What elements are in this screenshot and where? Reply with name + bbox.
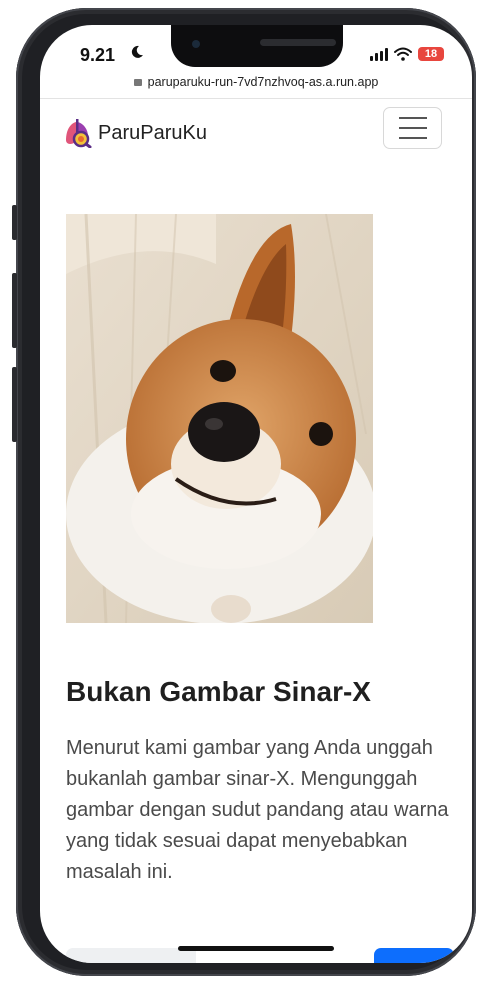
signal-icon: [370, 47, 388, 61]
uploaded-image: [66, 214, 373, 623]
brand-link[interactable]: ParuParuKu: [64, 118, 207, 148]
speaker: [260, 39, 336, 46]
wifi-icon: [394, 47, 412, 61]
side-button: [12, 273, 17, 348]
lungs-logo-icon: [66, 119, 92, 148]
side-button: [12, 205, 17, 240]
url-text: paruparuku-run-7vd7nzhvoq-as.a.run.app: [147, 75, 379, 89]
secondary-button[interactable]: [66, 948, 196, 963]
hamburger-line: [398, 137, 427, 139]
moon-icon: [131, 45, 143, 58]
battery-icon: 18: [418, 47, 444, 61]
page-title: Bukan Gambar Sinar-X: [66, 676, 371, 707]
status-time: 9.21: [80, 45, 116, 65]
error-message: Menurut kami gambar yang Anda unggah buk…: [66, 737, 449, 883]
hamburger-line: [398, 127, 427, 129]
navbar-toggle-button[interactable]: [383, 107, 442, 149]
brand-name: ParuParuKu: [98, 121, 207, 144]
phone-screen: 9.21 18 paruparuku-run-7vd7nzhvoq-as.a.r…: [40, 25, 472, 963]
lock-icon: [133, 79, 142, 86]
divider: [40, 98, 472, 99]
address-bar[interactable]: paruparuku-run-7vd7nzhvoq-as.a.run.app: [40, 75, 472, 89]
status-icons: 18: [370, 47, 444, 61]
hamburger-line: [398, 117, 427, 119]
primary-button[interactable]: [374, 948, 454, 963]
side-button: [12, 367, 17, 442]
front-camera: [192, 40, 200, 48]
home-indicator[interactable]: [178, 946, 334, 951]
